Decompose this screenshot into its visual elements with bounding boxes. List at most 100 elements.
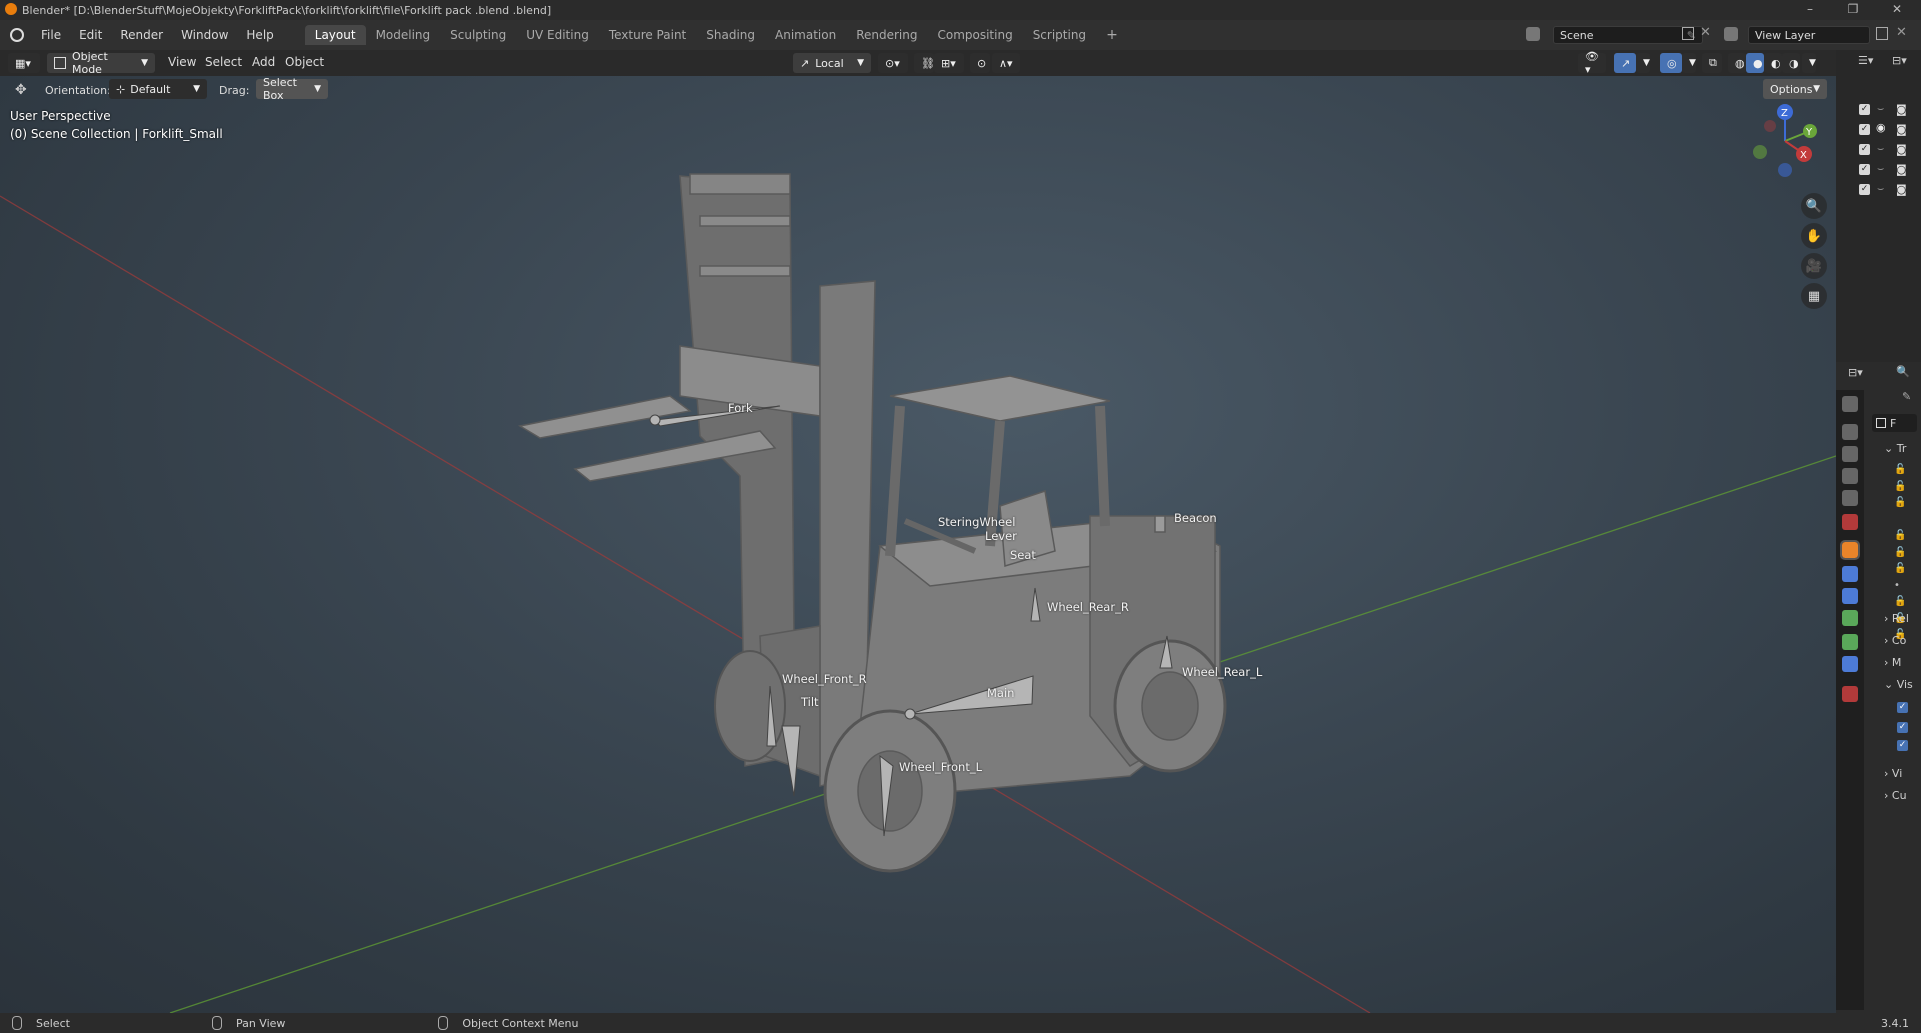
visibility-icon[interactable]: ⌣ xyxy=(1877,162,1884,176)
render-camera-icon[interactable]: ◙ xyxy=(1896,103,1907,116)
particles-tab-icon[interactable] xyxy=(1842,588,1858,604)
menu-view[interactable]: View xyxy=(168,55,196,69)
render-camera-icon[interactable]: ◙ xyxy=(1896,183,1907,196)
tab-layout[interactable]: Layout xyxy=(304,25,366,45)
visibility-checkbox[interactable]: ✓ xyxy=(1897,740,1908,751)
wireframe-shading-button[interactable]: ◍ xyxy=(1728,53,1746,73)
pan-hand-icon[interactable]: ✋ xyxy=(1801,223,1827,249)
section-visibility[interactable]: ⌄ Vis xyxy=(1884,678,1913,691)
visibility-icon[interactable]: ⌣ xyxy=(1877,102,1884,116)
menu-render[interactable]: Render xyxy=(111,28,172,42)
tab-animation[interactable]: Animation xyxy=(765,25,846,45)
navigation-gizmo[interactable]: Z Y X xyxy=(1740,96,1830,186)
world-tab-icon[interactable] xyxy=(1842,514,1858,530)
outliner-checkbox[interactable]: ✓ xyxy=(1859,144,1870,155)
visibility-eye-icon[interactable]: ◉ xyxy=(1876,121,1886,134)
visibility-icon[interactable]: ⌣ xyxy=(1877,182,1884,196)
visibility-icon[interactable]: ⌣ xyxy=(1877,142,1884,156)
tab-compositing[interactable]: Compositing xyxy=(927,25,1022,45)
outliner-checkbox[interactable]: ✓ xyxy=(1859,184,1870,195)
modifiers-tab-icon[interactable] xyxy=(1842,566,1858,582)
visibility-checkbox[interactable]: ✓ xyxy=(1897,722,1908,733)
proportional-edit-button[interactable]: ⊙ xyxy=(970,53,990,73)
bone-label-main[interactable]: Main xyxy=(987,686,1014,700)
bone-label-wheel-front-r[interactable]: Wheel_Front_R xyxy=(782,672,867,686)
texture-tab-icon[interactable] xyxy=(1842,686,1858,702)
close-window-button[interactable]: ✕ xyxy=(1880,2,1914,16)
blender-menu-icon[interactable] xyxy=(10,28,24,42)
physics-tab-icon[interactable] xyxy=(1842,610,1858,626)
new-scene-icon[interactable] xyxy=(1682,27,1694,40)
section-viewport-display[interactable]: › Vi xyxy=(1884,767,1902,780)
view-layer-selector[interactable]: View Layer xyxy=(1748,26,1870,44)
menu-select[interactable]: Select xyxy=(205,55,242,69)
scene-tab-icon[interactable] xyxy=(1842,490,1858,506)
bone-label-wheel-front-l[interactable]: Wheel_Front_L xyxy=(899,760,982,774)
zoom-icon[interactable]: 🔍 xyxy=(1801,193,1827,219)
bone-label-wheel-rear-r[interactable]: Wheel_Rear_R xyxy=(1047,600,1129,614)
tool-tab-icon[interactable] xyxy=(1842,396,1858,412)
outliner-editor-type-icon[interactable]: ☰▾ xyxy=(1858,54,1873,67)
outliner-checkbox[interactable]: ✓ xyxy=(1859,124,1870,135)
shading-menu-button[interactable]: ▼ xyxy=(1802,53,1816,73)
tab-shading[interactable]: Shading xyxy=(696,25,765,45)
view-layer-tab-icon[interactable] xyxy=(1842,468,1858,484)
bone-label-seat[interactable]: Seat xyxy=(1010,548,1036,562)
bone-label-lever[interactable]: Lever xyxy=(985,529,1017,543)
render-tab-icon[interactable] xyxy=(1842,424,1858,440)
bone-label-steringwheel[interactable]: SteringWheel xyxy=(938,515,1015,529)
bone-label-wheel-rear-l[interactable]: Wheel_Rear_L xyxy=(1182,665,1262,679)
object-name-field[interactable]: F xyxy=(1872,414,1917,432)
pivot-point-button[interactable]: ⊙▾ xyxy=(878,53,908,73)
menu-object[interactable]: Object xyxy=(285,55,324,69)
outliner-checkbox[interactable]: ✓ xyxy=(1859,104,1870,115)
overlay-toggle-button[interactable]: ◎ xyxy=(1660,53,1682,73)
gizmo-menu-button[interactable]: ▼ xyxy=(1636,53,1650,73)
transform-pivot-selector[interactable]: ↗ Local ▼ xyxy=(793,53,871,73)
tab-scripting[interactable]: Scripting xyxy=(1023,25,1096,45)
bone-label-beacon[interactable]: Beacon xyxy=(1174,511,1217,525)
3d-viewport[interactable]: User Perspective (0) Scene Collection | … xyxy=(0,76,1836,1013)
camera-view-icon[interactable]: 🎥 xyxy=(1801,253,1827,279)
object-tab-icon[interactable] xyxy=(1840,540,1860,560)
properties-editor-type-icon[interactable]: ⊟▾ xyxy=(1848,366,1863,379)
tab-uv-editing[interactable]: UV Editing xyxy=(516,25,599,45)
data-tab-icon[interactable] xyxy=(1842,656,1858,672)
rendered-shading-button[interactable]: ◑ xyxy=(1782,53,1800,73)
transform-tool-icon[interactable]: ✥ xyxy=(15,82,27,98)
render-camera-icon[interactable]: ◙ xyxy=(1896,163,1907,176)
falloff-button[interactable]: ∧▾ xyxy=(992,53,1020,73)
section-transform[interactable]: ⌄ Tr xyxy=(1884,442,1906,455)
new-view-layer-icon[interactable] xyxy=(1876,27,1888,40)
editor-type-button[interactable]: ▦▾ xyxy=(8,53,40,73)
snap-target-button[interactable]: ⊞▾ xyxy=(934,53,964,73)
tab-sculpting[interactable]: Sculpting xyxy=(440,25,516,45)
outliner-checkbox[interactable]: ✓ xyxy=(1859,164,1870,175)
solid-shading-button[interactable]: ● xyxy=(1746,53,1764,73)
menu-edit[interactable]: Edit xyxy=(70,28,111,42)
delete-view-layer-icon[interactable]: ✕ xyxy=(1896,25,1907,40)
output-tab-icon[interactable] xyxy=(1842,446,1858,462)
view-layer-icon[interactable] xyxy=(1724,27,1738,41)
menu-help[interactable]: Help xyxy=(237,28,282,42)
visibility-checkbox[interactable]: ✓ xyxy=(1897,702,1908,713)
bone-label-fork[interactable]: Fork xyxy=(728,401,753,415)
scene-type-icon[interactable] xyxy=(1526,27,1540,41)
scene-selector[interactable]: Scene ✎ xyxy=(1553,26,1703,44)
xray-toggle-button[interactable]: ⧉ xyxy=(1702,53,1722,73)
snap-toggle-button[interactable]: ⛓ xyxy=(914,53,935,73)
menu-file[interactable]: File xyxy=(32,28,70,42)
tab-texture-paint[interactable]: Texture Paint xyxy=(599,25,696,45)
outliner-filter-icon[interactable]: ⊟▾ xyxy=(1892,54,1907,67)
viewport-scene[interactable] xyxy=(0,76,1836,1013)
render-camera-icon[interactable]: ◙ xyxy=(1896,143,1907,156)
minimize-button[interactable]: – xyxy=(1793,2,1827,16)
section-motion[interactable]: › M xyxy=(1884,656,1901,669)
properties-search-icon[interactable]: 🔍 xyxy=(1896,365,1910,378)
mode-selector[interactable]: Object Mode ▼ xyxy=(47,50,155,76)
gizmo-toggle-button[interactable]: ↗ xyxy=(1614,53,1636,73)
tab-rendering[interactable]: Rendering xyxy=(846,25,927,45)
add-workspace-button[interactable]: + xyxy=(1096,24,1128,46)
section-collections[interactable]: › Co xyxy=(1884,634,1906,647)
section-relations[interactable]: › Rel xyxy=(1884,612,1909,625)
